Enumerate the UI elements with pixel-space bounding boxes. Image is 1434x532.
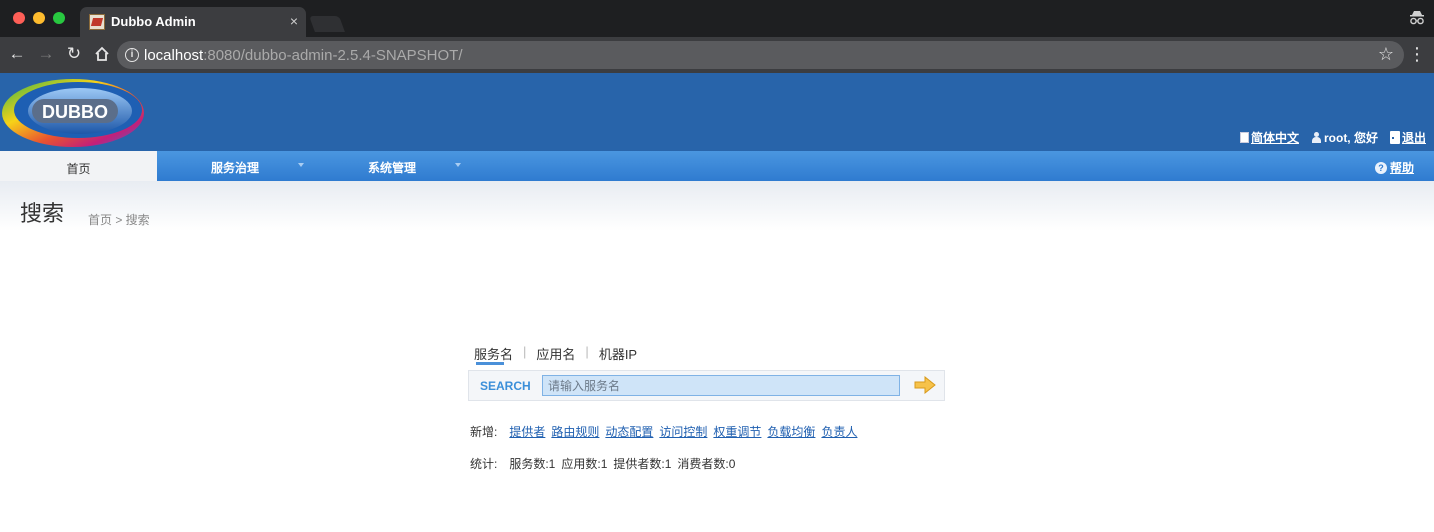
help-link-group: ? 帮助 bbox=[1374, 159, 1414, 176]
chevron-down-icon bbox=[298, 163, 304, 167]
add-load-balance-link[interactable]: 负载均衡 bbox=[767, 423, 815, 440]
chevron-down-icon bbox=[455, 163, 461, 167]
breadcrumb: 首页 > 搜索 bbox=[88, 213, 150, 227]
stats-label: 统计: bbox=[470, 457, 498, 471]
tab-title: Dubbo Admin bbox=[111, 14, 196, 29]
main-nav: 首页 服务治理 系统管理 ? 帮助 bbox=[0, 151, 1434, 181]
maximize-window-button[interactable] bbox=[53, 12, 65, 24]
dubbo-logo: DUBBO bbox=[2, 79, 144, 147]
logout-link[interactable]: 退出 bbox=[1402, 129, 1426, 146]
add-weight-adjust-link[interactable]: 权重调节 bbox=[713, 423, 761, 440]
logout-icon bbox=[1389, 131, 1400, 144]
add-dynamic-config-link[interactable]: 动态配置 bbox=[605, 423, 653, 440]
stat-service-count: 服务数:1 bbox=[509, 457, 556, 471]
svg-text:DUBBO: DUBBO bbox=[42, 102, 108, 122]
nav-home[interactable]: 首页 bbox=[0, 151, 157, 181]
tab-separator: | bbox=[585, 344, 589, 359]
tab-application-name[interactable]: 应用名 bbox=[536, 344, 585, 363]
user-icon bbox=[1311, 132, 1322, 143]
document-icon bbox=[1239, 132, 1249, 143]
address-bar[interactable]: i localhost:8080/dubbo-admin-2.5.4-SNAPS… bbox=[117, 41, 1404, 69]
add-owner-link[interactable]: 负责人 bbox=[821, 423, 857, 440]
favicon-icon bbox=[89, 14, 105, 30]
stats-row: 统计: 服务数:1 应用数:1 提供者数:1 消费者数:0 bbox=[470, 455, 735, 472]
browser-titlebar: Dubbo Admin × bbox=[0, 0, 1434, 37]
close-window-button[interactable] bbox=[13, 12, 25, 24]
search-input[interactable] bbox=[542, 375, 900, 396]
forward-arrow-icon[interactable]: → bbox=[35, 43, 57, 65]
stat-application-count: 应用数:1 bbox=[561, 457, 608, 471]
incognito-icon[interactable] bbox=[1408, 9, 1426, 27]
browser-tab-dubbo-admin[interactable]: Dubbo Admin × bbox=[80, 7, 306, 37]
app-header: DUBBO 简体中文 root, 您好 退出 bbox=[0, 73, 1434, 151]
stat-consumer-count: 消费者数:0 bbox=[677, 457, 736, 471]
tab-machine-ip[interactable]: 机器IP bbox=[599, 344, 647, 363]
tab-separator: | bbox=[523, 344, 527, 359]
minimize-window-button[interactable] bbox=[33, 12, 45, 24]
bookmark-star-icon[interactable]: ☆ bbox=[1378, 44, 1394, 65]
add-provider-link[interactable]: 提供者 bbox=[509, 423, 545, 440]
title-band bbox=[0, 181, 1434, 231]
active-tab-indicator bbox=[476, 362, 504, 365]
add-label: 新增: bbox=[470, 425, 498, 439]
tab-close-icon[interactable]: × bbox=[290, 13, 298, 29]
help-link[interactable]: 帮助 bbox=[1390, 159, 1414, 176]
search-submit-arrow-icon[interactable] bbox=[914, 376, 936, 394]
add-route-rule-link[interactable]: 路由规则 bbox=[551, 423, 599, 440]
tab-service-name[interactable]: 服务名 bbox=[474, 344, 523, 363]
page-title: 搜索 bbox=[20, 201, 65, 226]
add-access-control-link[interactable]: 访问控制 bbox=[659, 423, 707, 440]
browser-toolbar: ← → ↻ i localhost:8080/dubbo-admin-2.5.4… bbox=[0, 37, 1434, 73]
site-info-icon[interactable]: i bbox=[125, 48, 139, 62]
add-links-row: 新增: 提供者 路由规则 动态配置 访问控制 权重调节 负载均衡 负责人 bbox=[470, 423, 857, 440]
url-text[interactable]: localhost:8080/dubbo-admin-2.5.4-SNAPSHO… bbox=[144, 47, 463, 64]
reload-icon[interactable]: ↻ bbox=[63, 43, 85, 65]
search-type-tabs: 服务名 | 应用名 | 机器IP bbox=[474, 344, 647, 363]
nav-service-governance[interactable]: 服务治理 bbox=[211, 151, 259, 181]
nav-system-management[interactable]: 系统管理 bbox=[368, 151, 416, 181]
help-icon: ? bbox=[1374, 161, 1387, 174]
new-tab-button[interactable] bbox=[309, 16, 345, 32]
user-greeting: root, 您好 bbox=[1323, 131, 1378, 145]
language-link[interactable]: 简体中文 bbox=[1251, 129, 1299, 146]
back-arrow-icon[interactable]: ← bbox=[6, 43, 28, 65]
browser-menu-icon[interactable]: ⋮ bbox=[1408, 43, 1426, 65]
home-icon[interactable] bbox=[91, 43, 113, 65]
stat-provider-count: 提供者数:1 bbox=[613, 457, 672, 471]
search-label: SEARCH bbox=[480, 379, 531, 393]
search-box: SEARCH bbox=[468, 370, 945, 401]
header-links: 简体中文 root, 您好 退出 bbox=[1239, 129, 1426, 146]
